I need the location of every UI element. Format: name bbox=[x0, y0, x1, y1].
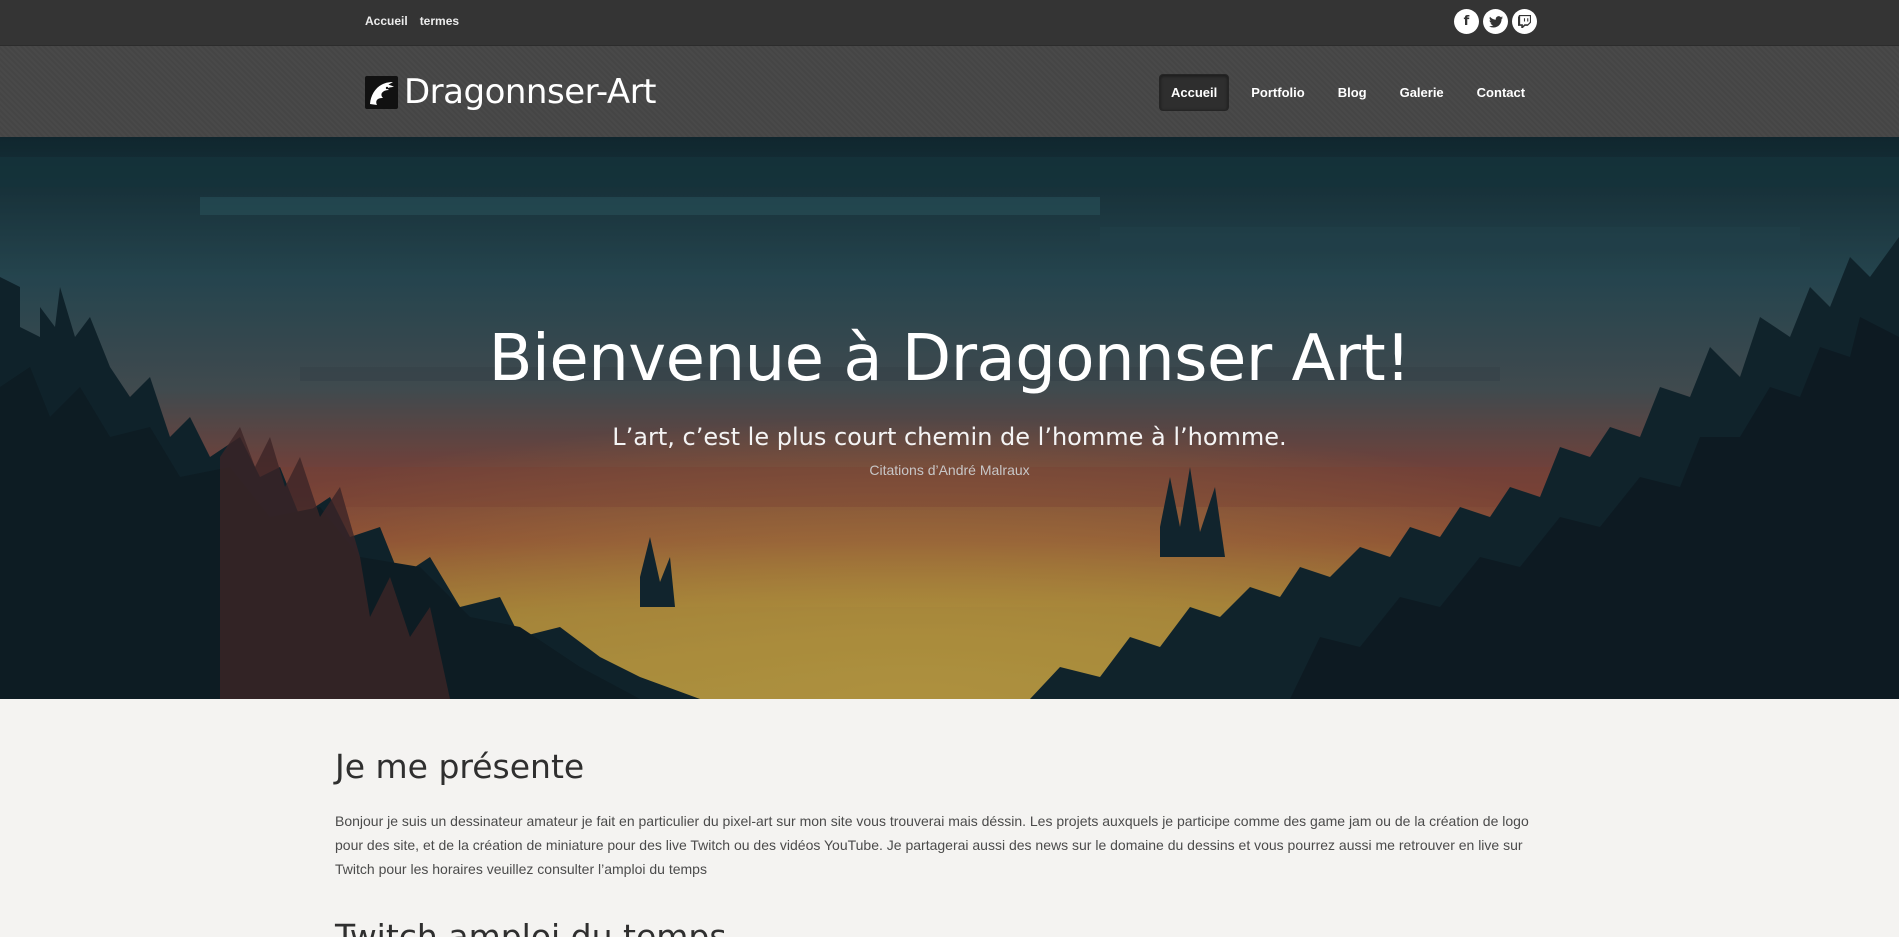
about-title: Je me présente bbox=[335, 747, 585, 786]
top-utility-bar: Accueil termes f bbox=[0, 0, 1899, 45]
nav-galerie[interactable]: Galerie bbox=[1389, 75, 1455, 110]
main-content: Je me présente Bonjour je suis un dessin… bbox=[0, 699, 1899, 937]
main-header: Dragonnser-Art Accueil Portfolio Blog Ga… bbox=[0, 45, 1899, 137]
facebook-icon[interactable]: f bbox=[1454, 9, 1479, 34]
hero-quote-author: Citations d’André Malraux bbox=[869, 462, 1030, 478]
dragon-logo-icon bbox=[365, 75, 398, 109]
hero-banner: Bienvenue à Dragonnser Art! L’art, c’est… bbox=[0, 137, 1899, 699]
main-nav: Accueil Portfolio Blog Galerie Contact bbox=[1159, 74, 1536, 111]
nav-blog[interactable]: Blog bbox=[1327, 75, 1378, 110]
twitter-icon[interactable] bbox=[1483, 9, 1508, 34]
top-links: Accueil termes bbox=[365, 14, 459, 28]
nav-contact[interactable]: Contact bbox=[1466, 75, 1536, 110]
hero-quote: L’art, c’est le plus court chemin de l’h… bbox=[612, 423, 1287, 451]
about-text: Bonjour je suis un dessinateur amateur j… bbox=[335, 813, 1529, 877]
nav-accueil[interactable]: Accueil bbox=[1159, 74, 1230, 111]
hero-overlay bbox=[0, 137, 1899, 699]
social-links: f bbox=[1454, 9, 1537, 34]
brand-name: Dragonnser-Art bbox=[404, 72, 657, 112]
top-link-accueil[interactable]: Accueil bbox=[365, 14, 408, 28]
twitch-icon[interactable] bbox=[1512, 9, 1537, 34]
top-link-termes[interactable]: termes bbox=[420, 14, 459, 28]
schedule-title: Twitch amploi du temps bbox=[335, 917, 727, 937]
brand[interactable]: Dragonnser-Art bbox=[365, 72, 657, 112]
nav-portfolio[interactable]: Portfolio bbox=[1240, 75, 1315, 110]
hero-title: Bienvenue à Dragonnser Art! bbox=[488, 322, 1411, 396]
